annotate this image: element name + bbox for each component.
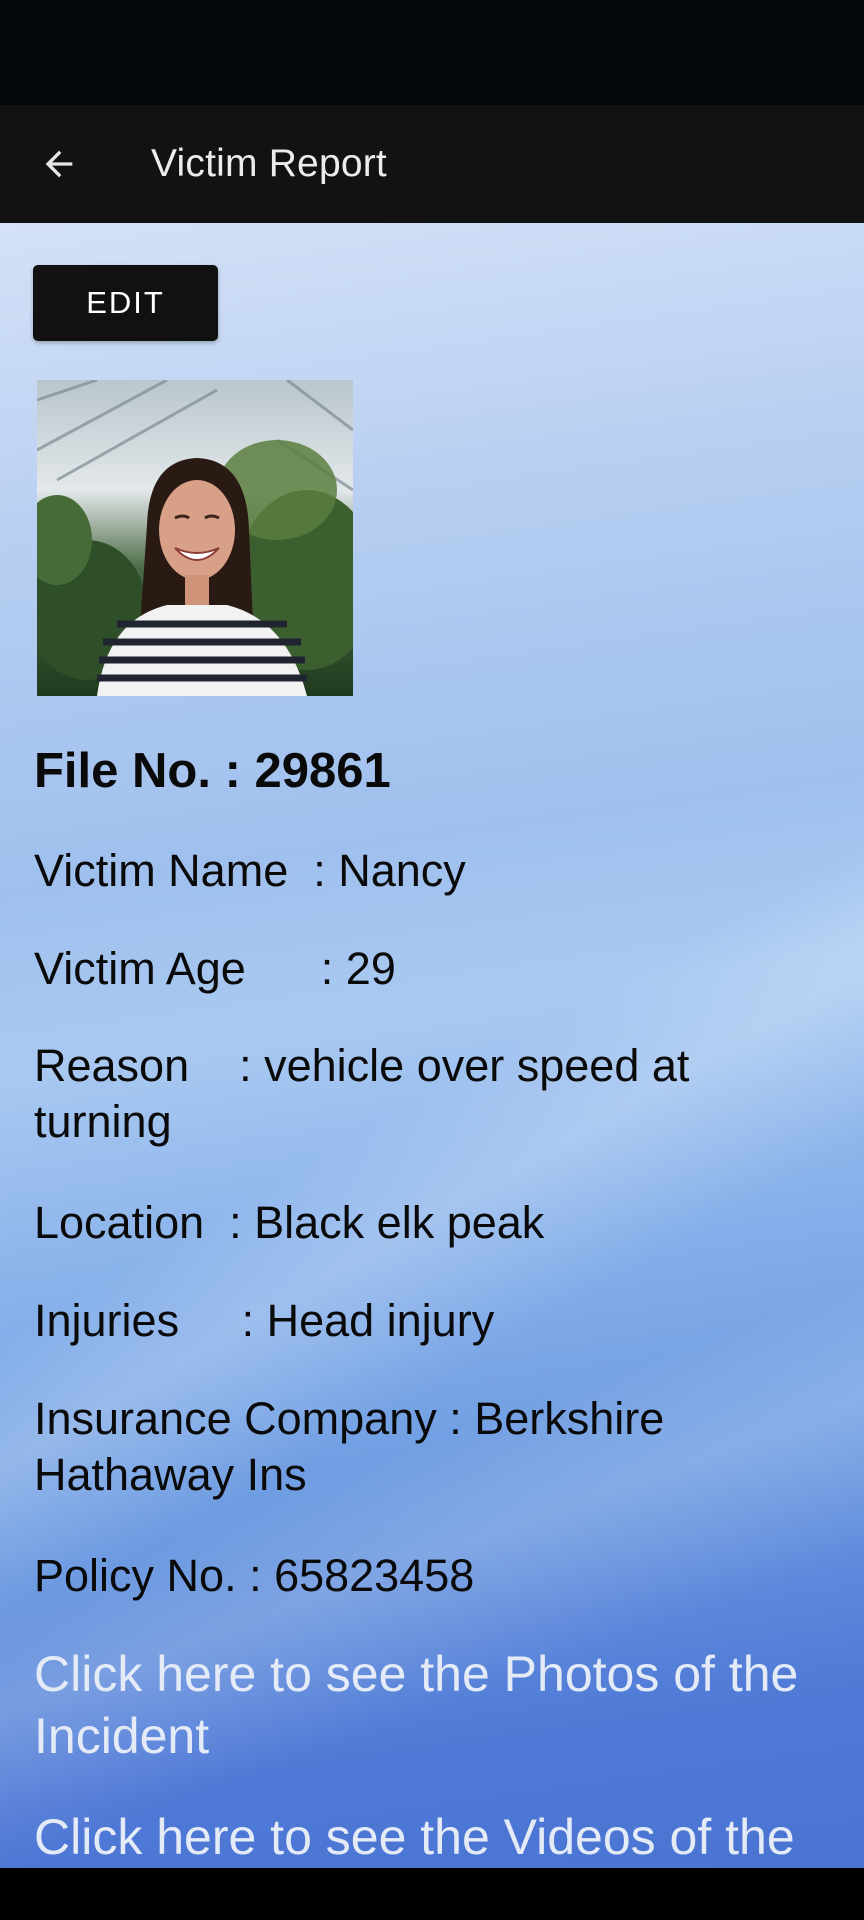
- policy-number: Policy No. : 65823458: [34, 1550, 475, 1601]
- victim-name: Victim Name : Nancy: [34, 845, 466, 896]
- victim-photo-image: [37, 380, 353, 696]
- location: Location : Black elk peak: [34, 1197, 545, 1248]
- report-content[interactable]: EDIT File No.: 29861 Victim Name: Nanc…: [0, 223, 864, 1868]
- reason: Reason : vehicle over speed at turning: [34, 1040, 702, 1147]
- insurance-company: Insurance Company : Berkshire Hathaway I…: [34, 1393, 677, 1500]
- victim-photo: [37, 380, 353, 696]
- file-number: File No. : 29861: [34, 744, 391, 798]
- arrow-left-icon: [45, 150, 73, 178]
- back-button[interactable]: [30, 135, 88, 193]
- injuries: Injuries : Head injury: [34, 1295, 495, 1346]
- status-bar: [0, 0, 864, 105]
- edit-button[interactable]: EDIT: [33, 265, 218, 341]
- incident-videos-link[interactable]: Click here to see the Videos of the: [34, 1806, 834, 1868]
- page-title: Victim Report: [151, 142, 387, 185]
- incident-photos-link[interactable]: Click here to see the Photos of the Inci…: [34, 1643, 834, 1767]
- navigation-bar: [0, 1868, 864, 1920]
- victim-age: Victim Age : 29: [34, 943, 396, 994]
- app-bar: Victim Report: [0, 105, 864, 223]
